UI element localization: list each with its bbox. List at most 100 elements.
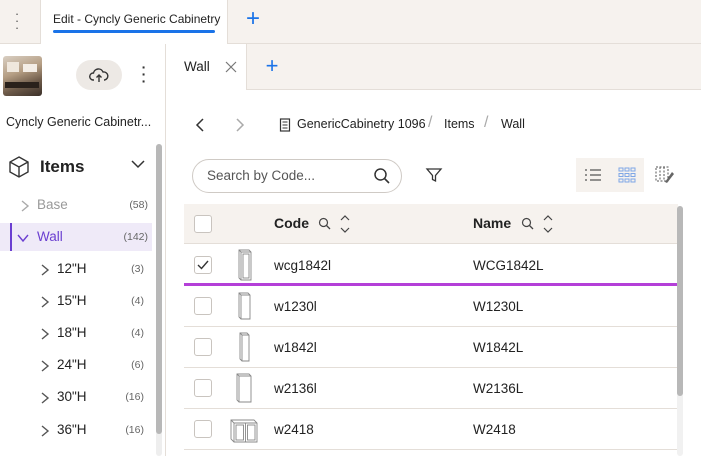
row-checkbox[interactable] (194, 297, 212, 315)
sort-icon[interactable] (339, 213, 351, 235)
items-section-header[interactable]: Items (0, 149, 156, 185)
tree-item-label: Wall (37, 229, 63, 244)
select-all-checkbox[interactable] (194, 215, 212, 233)
tree-item-label: 36"H (57, 422, 87, 437)
tree-item-count: (142) (123, 231, 148, 243)
tree-item-count: (4) (131, 295, 144, 307)
tree-item-count: (6) (131, 359, 144, 371)
search-input[interactable] (207, 168, 367, 183)
sort-icon[interactable] (542, 213, 554, 235)
table-header: Code Name (184, 204, 678, 244)
catalog-thumbnail (3, 56, 42, 96)
breadcrumb-separator: / (428, 114, 433, 131)
tree-item-label: 15"H (57, 293, 87, 308)
main-panel: Wall + GenericCabinetry 1096 / Items / W… (167, 44, 701, 456)
grid-view-icon (618, 167, 636, 183)
row-name: W1230L (473, 299, 524, 314)
catalog-name: Cyncly Generic Cabinetr... (6, 115, 152, 129)
table-row[interactable]: w2418 W2418 (184, 409, 678, 450)
items-header-label: Items (40, 157, 85, 176)
breadcrumb-separator: / (484, 114, 489, 131)
table-row[interactable]: wcg1842l WCG1842L (184, 245, 678, 286)
table-row[interactable]: w1230l W1230L (184, 286, 678, 327)
upload-button[interactable] (76, 60, 122, 90)
breadcrumb: GenericCabinetry 1096 / Items / Wall (187, 114, 687, 136)
chevron-right-icon (21, 200, 30, 212)
kebab-vertical-icon[interactable]: · · · (10, 7, 24, 34)
add-tab-plus-icon[interactable]: + (261, 54, 283, 78)
sidebar-menu-icon[interactable]: · · · (138, 60, 150, 88)
table-scrollbar[interactable] (677, 206, 683, 456)
row-name: W2136L (473, 381, 524, 396)
row-checkbox[interactable] (194, 338, 212, 356)
wall-cabinet-icon (239, 332, 250, 362)
column-header-code[interactable]: Code (274, 215, 309, 231)
tree-item-count: (3) (131, 263, 144, 275)
scrollbar-thumb[interactable] (156, 144, 162, 434)
sidebar-item-18h[interactable]: 18"H (4) (0, 319, 152, 347)
breadcrumb-current: Wall (501, 117, 525, 131)
row-name: W2418 (473, 422, 516, 437)
search-icon[interactable] (373, 167, 391, 185)
top-tab-bar: · · · Edit - Cyncly Generic Cabinetry + (0, 0, 701, 44)
tree-item-count: (4) (131, 327, 144, 339)
column-search-icon[interactable] (521, 217, 534, 230)
grid-view-button[interactable] (610, 158, 644, 192)
chevron-right-icon (41, 328, 50, 340)
tree-item-label: 24"H (57, 357, 87, 372)
table-row[interactable]: w2136l W2136L (184, 368, 678, 409)
tab-wall[interactable]: Wall (167, 44, 247, 90)
sidebar-item-36h[interactable]: 36"H (16) (0, 416, 152, 444)
row-name: W1842L (473, 340, 524, 355)
breadcrumb-catalog[interactable]: GenericCabinetry 1096 (297, 117, 426, 131)
search-box (192, 159, 402, 193)
sidebar-scrollbar[interactable] (156, 144, 162, 456)
row-code: wcg1842l (274, 258, 332, 273)
sidebar-item-wall[interactable]: Wall (142) (0, 223, 152, 251)
sidebar-item-24h[interactable]: 24"H (6) (0, 351, 152, 379)
row-checkbox[interactable] (194, 420, 212, 438)
row-code: w2136l (274, 381, 317, 396)
category-tab-bar: Wall + (167, 44, 701, 90)
sidebar-item-12h[interactable]: 12"H (3) (0, 255, 152, 283)
filter-icon[interactable] (425, 166, 443, 184)
chevron-down-icon (131, 160, 145, 169)
sidebar-item-base[interactable]: Base (58) (0, 191, 152, 219)
chevron-right-icon (41, 360, 50, 372)
tall-wall-cabinet-icon (238, 249, 252, 281)
sidebar: · · · Cyncly Generic Cabinetr... Items Bas… (0, 44, 166, 456)
tree-item-count: (16) (125, 391, 144, 403)
tree-item-count: (16) (125, 424, 144, 436)
close-icon[interactable] (225, 61, 237, 73)
items-table: Code Name wcg1842l WCG1842L w1230l W1230… (184, 204, 678, 456)
forward-arrow-icon[interactable] (234, 117, 246, 133)
chevron-right-icon (41, 425, 50, 437)
document-icon (279, 118, 291, 132)
row-code: w1230l (274, 299, 317, 314)
sidebar-item-30h[interactable]: 30"H (16) (0, 383, 152, 411)
row-code: w2418 (274, 422, 314, 437)
tree-item-label: Base (37, 197, 68, 212)
sidebar-item-15h[interactable]: 15"H (4) (0, 287, 152, 315)
row-checkbox[interactable] (194, 379, 212, 397)
scrollbar-thumb[interactable] (677, 206, 683, 396)
breadcrumb-items[interactable]: Items (444, 117, 475, 131)
list-view-button[interactable] (576, 158, 610, 192)
table-row[interactable]: w1842l W1842L (184, 327, 678, 368)
back-arrow-icon[interactable] (194, 117, 206, 133)
tab-label: Wall (184, 59, 210, 74)
column-search-icon[interactable] (318, 217, 331, 230)
column-settings-icon[interactable] (655, 166, 675, 184)
tree-item-count: (58) (129, 199, 148, 211)
view-toggle (576, 158, 644, 192)
wall-cabinet-icon (238, 292, 251, 320)
wall-cabinet-icon (236, 373, 252, 403)
tree-item-label: 30"H (57, 389, 87, 404)
add-tab-plus-icon[interactable]: + (242, 6, 264, 32)
cube-icon (9, 156, 29, 178)
active-tab-indicator (53, 30, 215, 33)
chevron-right-icon (41, 264, 50, 276)
row-checkbox-checked[interactable] (194, 256, 212, 274)
column-header-name[interactable]: Name (473, 215, 511, 231)
tab-edit-catalog[interactable]: Edit - Cyncly Generic Cabinetry (40, 0, 228, 44)
